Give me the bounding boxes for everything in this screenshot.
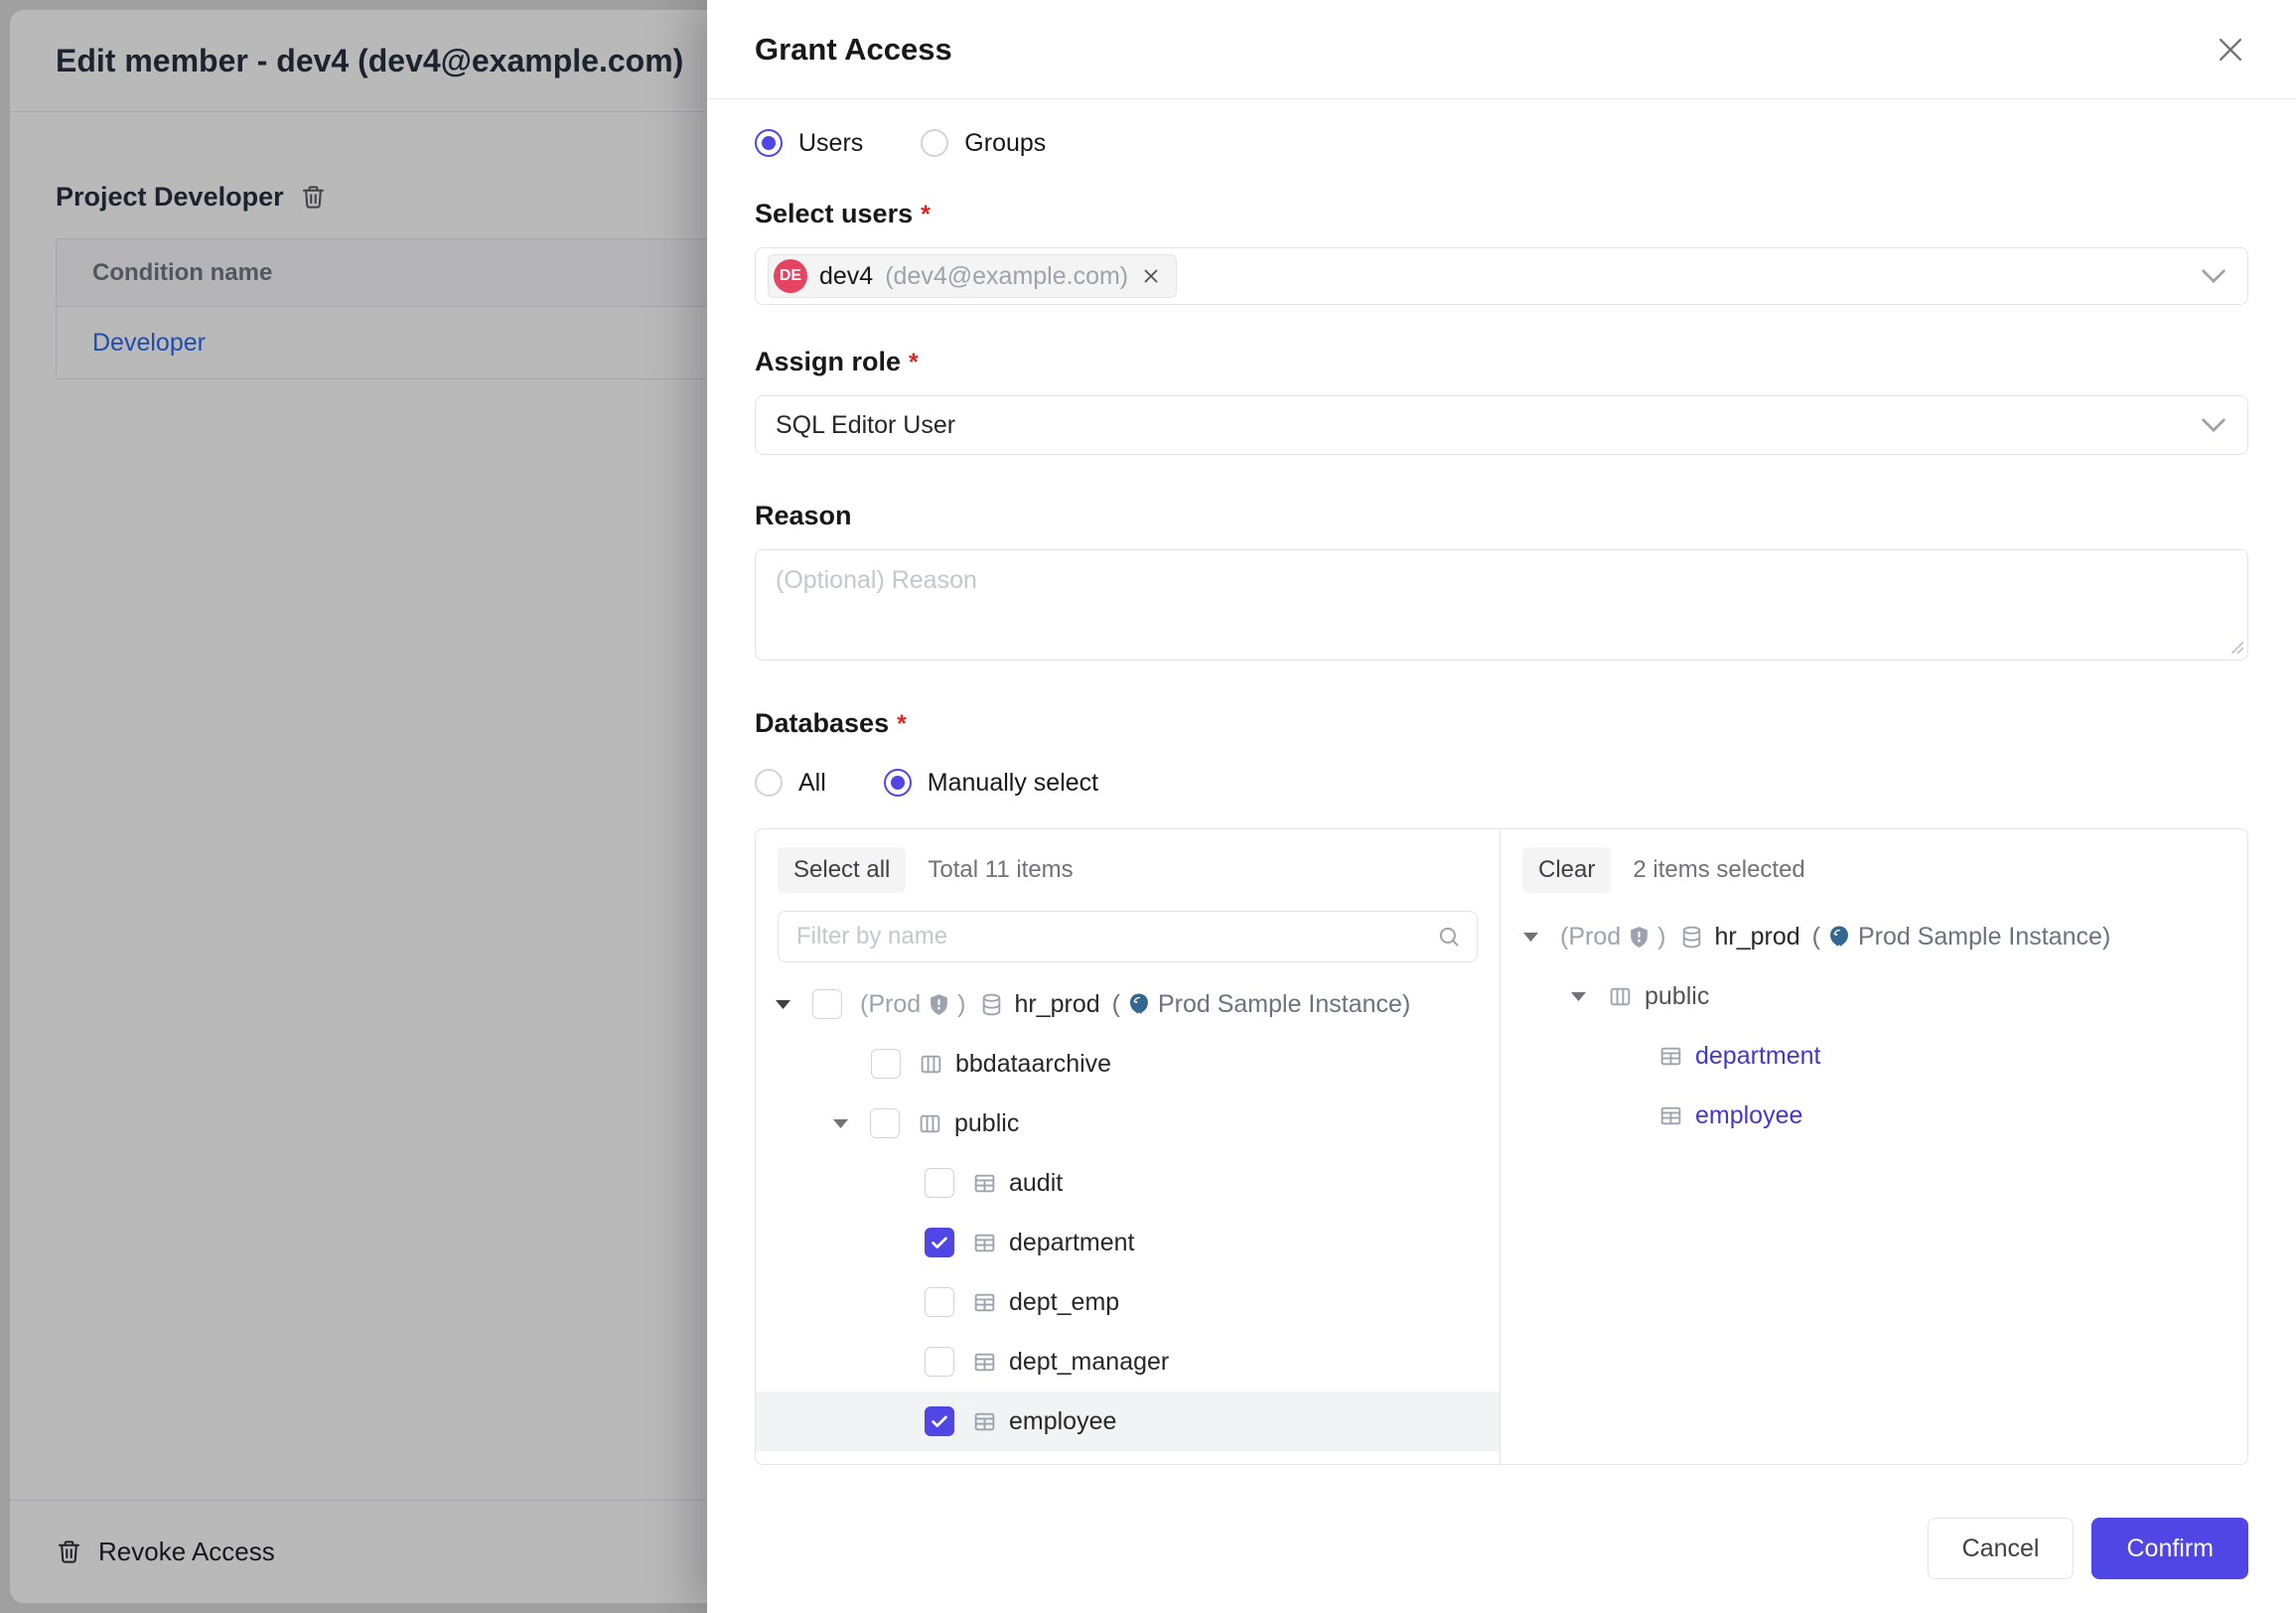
schema-icon <box>918 1111 942 1136</box>
chip-user-name: dev4 <box>819 262 873 291</box>
table-icon <box>972 1350 997 1375</box>
caret-down-icon[interactable] <box>1571 992 1586 1001</box>
filter-input[interactable] <box>778 911 1478 962</box>
grant-access-modal: Grant Access Users Groups Select users *… <box>707 0 2296 1613</box>
reason-field-wrap <box>755 549 2248 660</box>
chevron-down-icon <box>2202 269 2225 283</box>
select-users-label: Select users * <box>755 199 2248 229</box>
selected-table-link[interactable]: department <box>1695 1042 1820 1071</box>
tree-row-table-dept_manager[interactable]: dept_manager <box>756 1332 1500 1392</box>
reason-textarea[interactable] <box>755 549 2248 660</box>
table-icon <box>1658 1044 1683 1069</box>
checkbox[interactable] <box>812 989 842 1019</box>
required-mark: * <box>921 201 931 229</box>
caret-down-icon[interactable] <box>1523 933 1538 942</box>
databases-label: Databases * <box>755 708 2248 739</box>
tree-row-schema-public[interactable]: public <box>756 1094 1500 1153</box>
table-icon <box>972 1171 997 1196</box>
total-items-label: Total 11 items <box>928 856 1073 884</box>
radio-users[interactable]: Users <box>755 129 863 158</box>
grant-access-body: Users Groups Select users * DE dev4 (dev… <box>707 115 2296 1465</box>
tree-row-table-employee[interactable]: employee <box>1501 1086 2247 1145</box>
tree-row-table-audit[interactable]: audit <box>756 1153 1500 1213</box>
checkbox[interactable] <box>925 1168 954 1198</box>
grant-access-footer: Cancel Confirm <box>707 1490 2296 1613</box>
caret-down-icon[interactable] <box>833 1119 848 1128</box>
radio-all[interactable]: All <box>755 769 826 798</box>
required-mark: * <box>897 710 907 739</box>
database-icon <box>1679 925 1704 950</box>
schema-icon <box>1608 984 1633 1009</box>
tree-row-table-department[interactable]: department <box>1501 1026 2247 1086</box>
schema-icon <box>919 1052 943 1077</box>
checkbox[interactable] <box>925 1347 954 1377</box>
assign-role-label: Assign role * <box>755 347 2248 377</box>
radio-manually-select-label: Manually select <box>928 769 1098 798</box>
source-pane-header: Select all Total 11 items <box>756 829 1500 893</box>
tree-row-schema-public[interactable]: public <box>1501 966 2247 1026</box>
tree-row-table-dept_emp[interactable]: dept_emp <box>756 1272 1500 1332</box>
tree-row-database-hr_prod[interactable]: (Prod ) hr_prod ( Prod Sample <box>1501 907 2247 966</box>
avatar: DE <box>774 259 807 293</box>
table-icon <box>972 1409 997 1434</box>
selected-count-label: 2 items selected <box>1633 856 1804 884</box>
table-icon <box>972 1231 997 1255</box>
radio-all-control[interactable] <box>755 769 783 797</box>
grant-access-title: Grant Access <box>755 32 952 68</box>
radio-groups[interactable]: Groups <box>921 129 1046 158</box>
postgresql-icon <box>1826 924 1852 950</box>
transfer-selected-pane: Clear 2 items selected (Prod ) <box>1501 829 2247 1464</box>
cancel-button[interactable]: Cancel <box>1928 1518 2075 1579</box>
caret-down-icon[interactable] <box>776 1000 790 1009</box>
selected-pane-header: Clear 2 items selected <box>1501 829 2247 893</box>
source-tree: (Prod ) hr_prod ( Prod Sample <box>756 974 1500 1464</box>
database-icon <box>979 992 1004 1017</box>
required-mark: * <box>909 349 919 377</box>
selected-tree: (Prod ) hr_prod ( Prod Sample <box>1501 907 2247 1464</box>
table-icon <box>1658 1103 1683 1128</box>
tree-row-table-employee[interactable]: employee <box>756 1392 1500 1451</box>
checkbox-checked[interactable] <box>925 1228 954 1257</box>
close-icon[interactable] <box>2213 32 2248 68</box>
confirm-button[interactable]: Confirm <box>2091 1518 2248 1579</box>
postgresql-icon <box>1126 991 1152 1017</box>
shield-icon <box>1627 925 1651 950</box>
tree-row-table-department[interactable]: department <box>756 1213 1500 1272</box>
radio-manually-select[interactable]: Manually select <box>884 769 1098 798</box>
assign-role-value: SQL Editor User <box>768 411 955 440</box>
reason-label: Reason <box>755 501 2248 531</box>
database-transfer-panel: Select all Total 11 items (Prod <box>755 828 2248 1465</box>
radio-groups-control[interactable] <box>921 129 948 157</box>
radio-all-label: All <box>798 769 826 798</box>
selected-table-link[interactable]: employee <box>1695 1101 1802 1130</box>
chip-remove-icon[interactable] <box>1140 265 1162 287</box>
tree-row-database-hr_prod[interactable]: (Prod ) hr_prod ( Prod Sample <box>756 974 1500 1034</box>
radio-users-control[interactable] <box>755 129 783 157</box>
checkbox[interactable] <box>871 1049 901 1079</box>
scope-radio-group: Users Groups <box>755 115 2248 171</box>
radio-groups-label: Groups <box>964 129 1046 158</box>
databases-mode-radio-group: All Manually select <box>755 759 2248 806</box>
grant-access-header: Grant Access <box>707 0 2296 99</box>
radio-manually-select-control[interactable] <box>884 769 912 797</box>
assign-role-select[interactable]: SQL Editor User <box>755 395 2248 455</box>
filter-wrap <box>778 911 1478 962</box>
user-chip: DE dev4 (dev4@example.com) <box>768 254 1177 298</box>
checkbox[interactable] <box>870 1108 900 1138</box>
table-icon <box>972 1290 997 1315</box>
resize-handle[interactable] <box>2228 639 2244 655</box>
chip-user-email: (dev4@example.com) <box>885 262 1128 291</box>
chevron-down-icon <box>2202 418 2225 432</box>
transfer-source-pane: Select all Total 11 items (Prod <box>756 829 1501 1464</box>
radio-users-label: Users <box>798 129 863 158</box>
checkbox[interactable] <box>925 1287 954 1317</box>
search-icon <box>1436 924 1462 950</box>
select-users-input[interactable]: DE dev4 (dev4@example.com) <box>755 247 2248 305</box>
tree-row-schema-bbdataarchive[interactable]: bbdataarchive <box>756 1034 1500 1094</box>
checkbox-checked[interactable] <box>925 1406 954 1436</box>
clear-button[interactable]: Clear <box>1522 847 1611 893</box>
select-all-button[interactable]: Select all <box>778 847 906 893</box>
shield-icon <box>927 992 951 1017</box>
